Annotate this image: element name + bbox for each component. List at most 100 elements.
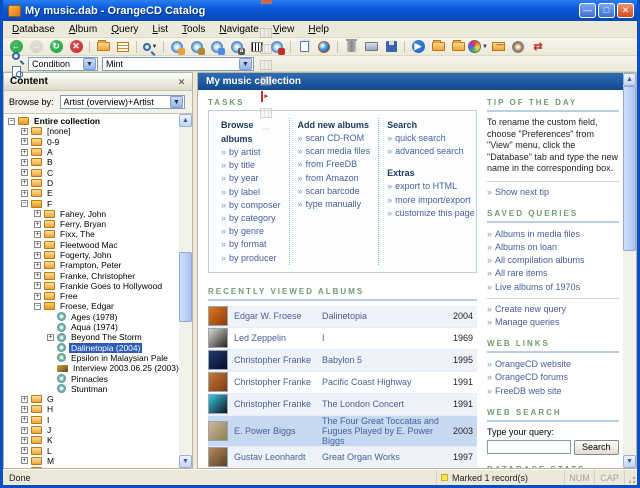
tree-expander-icon[interactable]: +: [34, 220, 41, 228]
tree-item[interactable]: Dalinetopia (2004): [6, 342, 179, 353]
mark-record-button[interactable]: [256, 89, 276, 105]
tree-expander-icon[interactable]: −: [21, 200, 28, 208]
copy-button[interactable]: [294, 39, 314, 55]
tree-item[interactable]: + A: [6, 147, 179, 157]
tree-item[interactable]: + B: [6, 157, 179, 167]
tree-item[interactable]: Ages (1978): [6, 312, 179, 322]
album-view-button[interactable]: [93, 39, 113, 55]
task-link-by-year[interactable]: » by year: [221, 172, 281, 185]
album-artist-link[interactable]: Christopher Franke: [234, 377, 322, 387]
tree-expander-icon[interactable]: +: [21, 436, 28, 444]
tree-scroll-up-icon[interactable]: ▲: [179, 114, 192, 127]
tree-item[interactable]: + I: [6, 415, 179, 425]
filter-value-combobox[interactable]: Mint ▼: [102, 56, 254, 71]
main-scroll-thumb[interactable]: [623, 86, 636, 251]
task-link-customize-this-page[interactable]: » customize this page: [387, 207, 475, 220]
tree-item[interactable]: + G: [6, 394, 179, 404]
tree-expander-icon[interactable]: +: [47, 333, 54, 341]
show-next-tip-link[interactable]: » Show next tip: [487, 186, 619, 199]
album-row[interactable]: Led Zeppelin I 1969: [208, 328, 477, 350]
tree-expander-icon[interactable]: −: [34, 302, 41, 310]
menu-query[interactable]: Query: [104, 23, 145, 36]
edit-album-button[interactable]: [187, 39, 207, 55]
web-search-button[interactable]: Search: [574, 439, 619, 455]
tree-expander-icon[interactable]: +: [21, 169, 28, 177]
tree-expander-icon[interactable]: +: [21, 127, 28, 135]
album-artist-link[interactable]: Led Zeppelin: [234, 333, 322, 343]
album-row[interactable]: E. Power Biggs The Four Great Toccatas an…: [208, 415, 477, 447]
sort-order-button[interactable]: [256, 0, 276, 7]
album-artist-link[interactable]: Edgar W. Froese: [234, 311, 322, 321]
task-link-by-category[interactable]: » by category: [221, 212, 281, 225]
album-row[interactable]: Gustav Leonhardt Great Organ Works 1997: [208, 446, 477, 468]
tree-item[interactable]: Interview 2003.06.25 (2003): [6, 363, 179, 373]
tree-item[interactable]: + Ferry, Bryan: [6, 219, 179, 229]
tree-expander-icon[interactable]: −: [8, 117, 15, 125]
menu-list[interactable]: List: [145, 23, 175, 36]
tree-item[interactable]: + Frampton, Peter: [6, 260, 179, 270]
resize-grip[interactable]: [625, 470, 637, 485]
tree-expander-icon[interactable]: +: [34, 251, 41, 259]
saved-query-albums-on-loan[interactable]: » Albums on loan: [487, 241, 619, 254]
tree-expander-icon[interactable]: +: [21, 179, 28, 187]
main-scrollbar[interactable]: ▲ ▼: [623, 73, 636, 468]
web-link-freedb-web-site[interactable]: » FreeDB web site: [487, 385, 619, 398]
task-link-by-label[interactable]: » by label: [221, 186, 281, 199]
menu-tools[interactable]: Tools: [175, 23, 212, 36]
tree-item[interactable]: + Franke, Christopher: [6, 270, 179, 281]
refresh-button[interactable]: ↻: [46, 39, 66, 55]
tree-item[interactable]: + Frankie Goes to Hollywood: [6, 281, 179, 291]
tree-item[interactable]: + C: [6, 167, 179, 178]
sync-button[interactable]: ⇄: [528, 39, 548, 55]
tree-expander-icon[interactable]: +: [21, 447, 28, 455]
tree-expander-icon[interactable]: +: [21, 416, 28, 424]
content-panel-close-icon[interactable]: ✕: [175, 75, 188, 88]
tree-item[interactable]: Pinnacles: [6, 373, 179, 384]
browse-by-combobox[interactable]: Artist (overview)+Artist ▼: [59, 95, 185, 109]
tree-item[interactable]: + E: [6, 188, 179, 198]
tree-expander-icon[interactable]: +: [21, 138, 28, 146]
task-link-quick-search[interactable]: » quick search: [387, 132, 475, 145]
filter-field-dropdown-icon[interactable]: ▼: [83, 57, 96, 70]
quick-find-button[interactable]: [6, 48, 26, 64]
filter-field-combobox[interactable]: Condition ▼: [28, 56, 98, 71]
album-title-link[interactable]: The London Concert: [322, 399, 445, 409]
menu-album[interactable]: Album: [62, 23, 104, 36]
tree-scroll-track[interactable]: [179, 127, 192, 455]
export-button[interactable]: [381, 39, 401, 55]
tree-expander-icon[interactable]: +: [34, 272, 41, 280]
tree-item[interactable]: + Beyond The Storm: [6, 332, 179, 342]
tree-item[interactable]: +0-9: [6, 137, 179, 147]
tree-scrollbar[interactable]: ▲ ▼: [179, 114, 192, 468]
album-row[interactable]: Christopher Franke The London Concert 1991: [208, 393, 477, 416]
menu-database[interactable]: Database: [5, 23, 62, 36]
rip-cd-button[interactable]: [207, 39, 227, 55]
task-link-by-producer[interactable]: » by producer: [221, 252, 281, 265]
tree-item[interactable]: + L: [6, 446, 179, 456]
task-link-scan-media-files[interactable]: » scan media files: [298, 145, 371, 158]
tree-expander-icon[interactable]: +: [34, 292, 41, 300]
menu-help[interactable]: Help: [301, 23, 336, 36]
saved-query-all-compilation-albums[interactable]: » All compilation albums: [487, 254, 619, 267]
task-link-by-composer[interactable]: » by composer: [221, 199, 281, 212]
tree-item[interactable]: Stuntman: [6, 384, 179, 394]
album-artist-link[interactable]: E. Power Biggs: [234, 426, 322, 436]
tree-item[interactable]: − Froese, Edgar: [6, 301, 179, 311]
task-link-export-to-html[interactable]: » export to HTML: [387, 180, 475, 193]
stop-button[interactable]: ✕: [66, 39, 86, 55]
tree-item[interactable]: Aqua (1974): [6, 322, 179, 332]
delete-button[interactable]: [341, 39, 361, 55]
album-row[interactable]: Christopher Franke Pacific Coast Highway 1…: [208, 372, 477, 394]
web-search-input[interactable]: [487, 440, 571, 455]
tree-item[interactable]: + Fahey, John: [6, 209, 179, 219]
task-link-from-freedb[interactable]: » from FreeDB: [298, 158, 371, 171]
maximize-button[interactable]: □: [598, 3, 615, 18]
task-link-from-amazon[interactable]: » from Amazon: [298, 172, 371, 185]
task-link-scan-cd-rom[interactable]: » scan CD-ROM: [298, 132, 371, 145]
orangecd-button[interactable]: [508, 39, 528, 55]
themes-button[interactable]: ▼: [468, 39, 488, 55]
album-title-link[interactable]: The Four Great Toccatas and Fugues Playe…: [322, 416, 445, 446]
web-browser-button[interactable]: [314, 39, 334, 55]
tree-scroll-thumb[interactable]: [179, 251, 192, 322]
tree-item[interactable]: + Fixx, The: [6, 229, 179, 239]
